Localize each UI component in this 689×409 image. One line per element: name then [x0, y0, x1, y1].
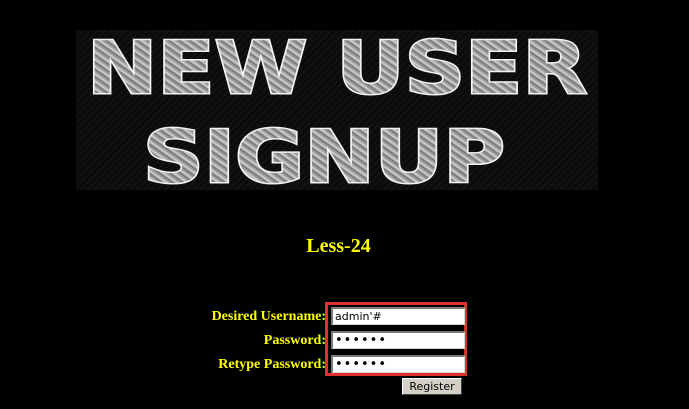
- retype-password-input[interactable]: [331, 355, 465, 373]
- password-input[interactable]: [331, 331, 465, 349]
- lesson-title-text: Less-24: [306, 235, 371, 257]
- username-label: Desired Username:: [211, 309, 326, 324]
- banner-line1: NEW USER: [87, 30, 587, 110]
- password-label: Password:: [263, 333, 326, 348]
- signup-form-labels: Desired Username: Password: Retype Passw…: [190, 307, 326, 379]
- username-input[interactable]: [331, 307, 465, 325]
- banner-line2: SIGNUP: [143, 115, 505, 190]
- retype-password-label: Retype Password:: [218, 357, 326, 372]
- new-user-signup-banner: NEW USER SIGNUP: [76, 30, 598, 190]
- register-button[interactable]: Register: [402, 378, 462, 395]
- lesson-heading: Less-24: [0, 234, 689, 258]
